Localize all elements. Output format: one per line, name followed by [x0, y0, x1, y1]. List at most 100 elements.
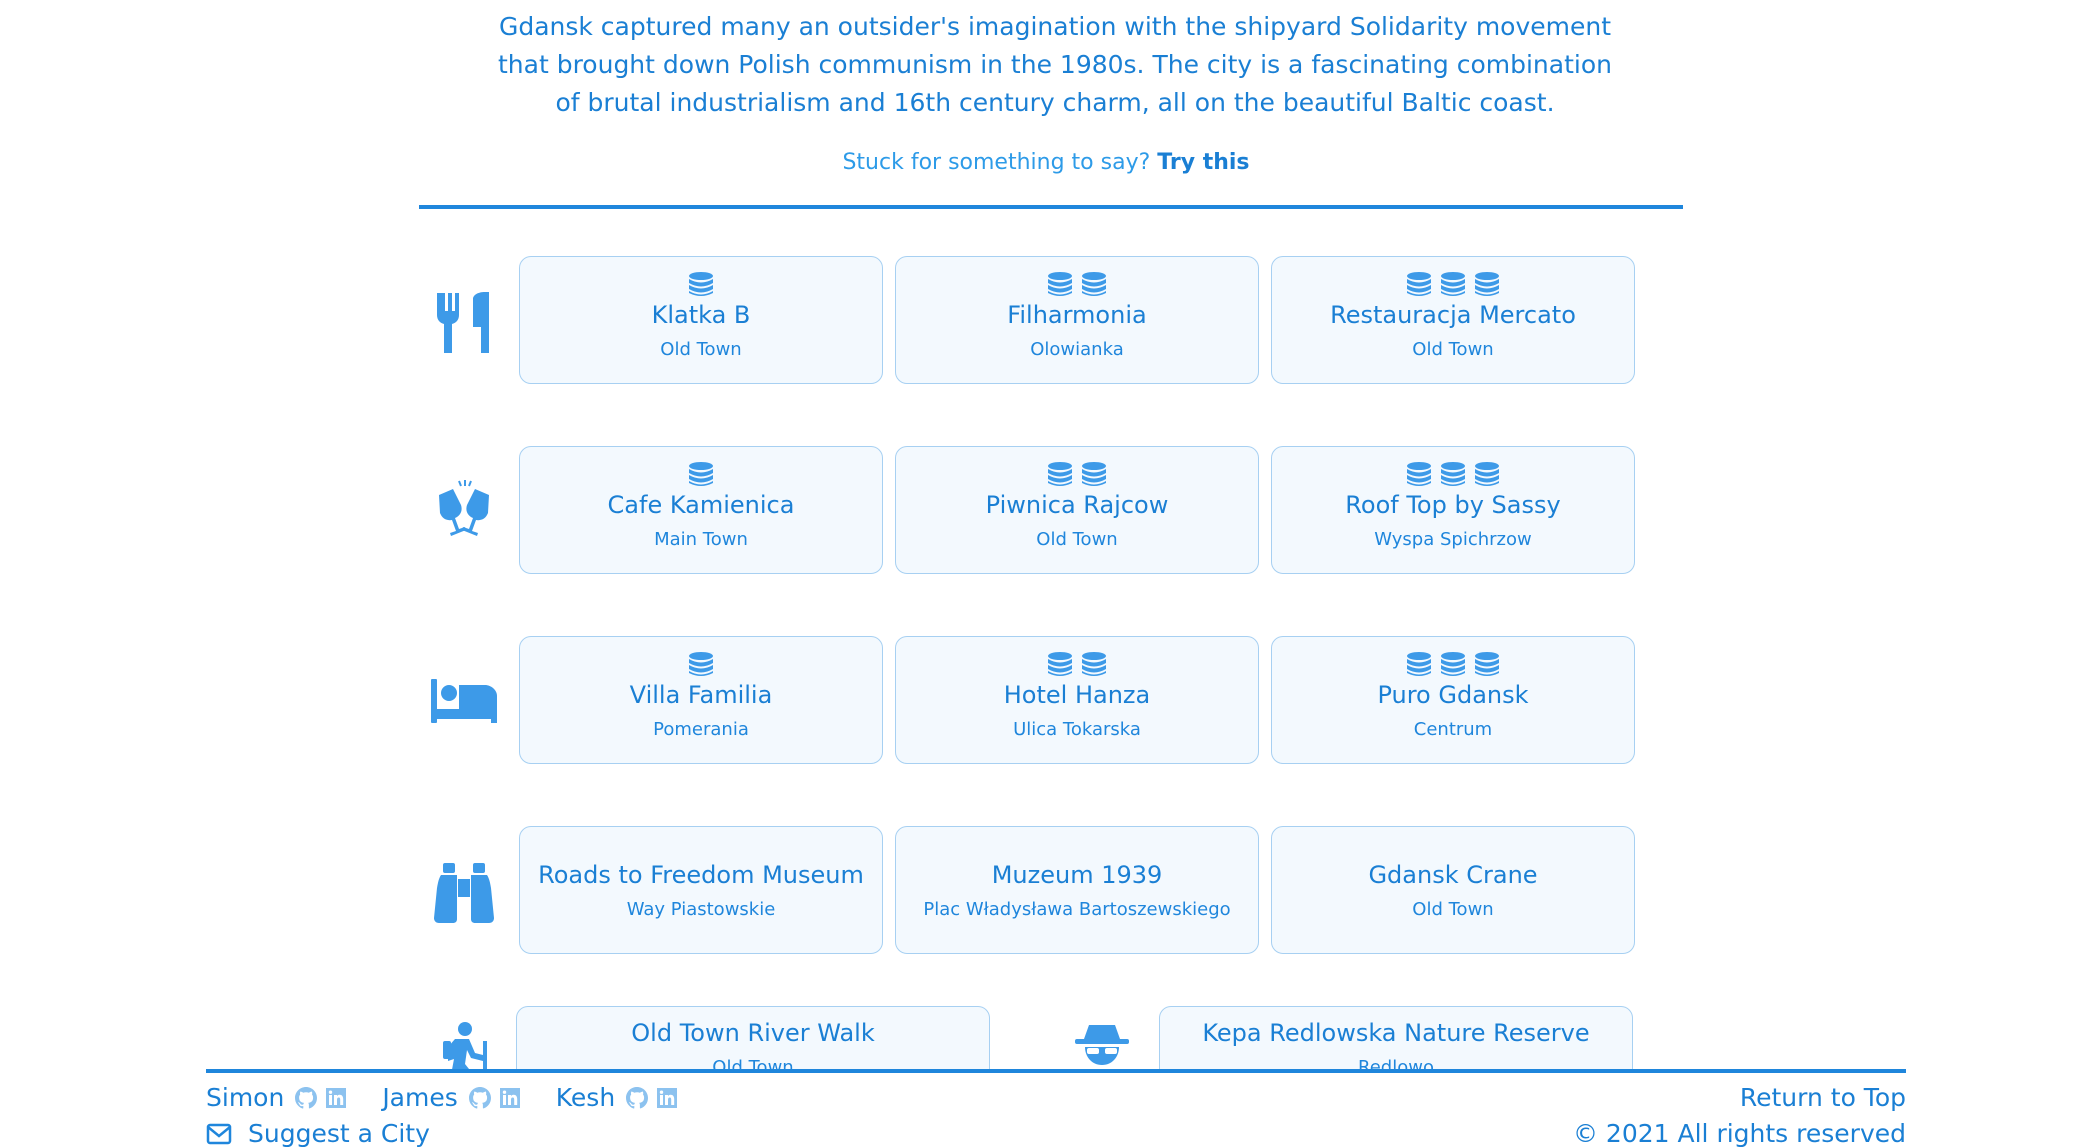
price-coins	[520, 651, 882, 677]
place-name: Hotel Hanza	[1003, 681, 1151, 709]
price-coins	[520, 461, 882, 487]
place-name: Roof Top by Sassy	[1345, 491, 1561, 519]
coin-icon	[1439, 461, 1467, 487]
developer-name: Simon	[206, 1083, 285, 1112]
site-footer: Simon James Kesh Suggest a City Return t…	[0, 1069, 2092, 1148]
place-area: Centrum	[1413, 719, 1493, 740]
developer-name: Kesh	[555, 1083, 616, 1112]
place-area: Olowianka	[1030, 339, 1124, 360]
bed-icon	[428, 666, 500, 738]
place-card[interactable]: Gdansk Crane Old Town	[1271, 826, 1635, 954]
github-icon[interactable]	[625, 1086, 649, 1110]
hiking-icon	[428, 1020, 500, 1070]
place-name: Old Town River Walk	[631, 1019, 875, 1047]
coin-icon	[1080, 461, 1108, 487]
place-area: Old Town	[1036, 529, 1118, 550]
github-icon[interactable]	[468, 1086, 492, 1110]
place-area: Ulica Tokarska	[1013, 719, 1141, 740]
price-coins	[896, 461, 1258, 487]
github-icon[interactable]	[294, 1086, 318, 1110]
coin-icon	[1405, 651, 1433, 677]
place-area: Old Town	[660, 339, 742, 360]
place-card[interactable]: Old Town River Walk Old Town	[516, 1006, 990, 1070]
user-secret-icon	[1066, 1020, 1138, 1070]
place-card[interactable]: Piwnica Rajcow Old Town	[895, 446, 1259, 574]
place-card[interactable]: Roads to Freedom Museum Way Piastowskie	[519, 826, 883, 954]
intro-line-2: that brought down Polish communism in th…	[497, 50, 1612, 79]
place-card[interactable]: Filharmonia Olowianka	[895, 256, 1259, 384]
suggest-city-link[interactable]: Suggest a City	[206, 1119, 430, 1148]
coin-icon	[1046, 651, 1074, 677]
coin-icon	[687, 651, 715, 677]
developer-links: Simon James Kesh	[206, 1083, 679, 1112]
linkedin-icon[interactable]	[655, 1086, 679, 1110]
coin-icon	[1080, 651, 1108, 677]
coin-icon	[1439, 271, 1467, 297]
price-coins	[1272, 461, 1634, 487]
place-name: Piwnica Rajcow	[985, 491, 1169, 519]
price-coins	[520, 271, 882, 297]
place-name: Cafe Kamienica	[607, 491, 795, 519]
coin-icon	[1473, 271, 1501, 297]
place-name: Puro Gdansk	[1377, 681, 1529, 709]
place-area: Plac Władysława Bartoszewskiego	[923, 899, 1231, 920]
place-area: Way Piastowskie	[626, 899, 776, 920]
section-divider	[419, 205, 1683, 209]
place-area: Main Town	[654, 529, 748, 550]
utensils-icon	[428, 286, 500, 358]
coin-icon	[1473, 651, 1501, 677]
envelope-icon	[206, 1123, 232, 1144]
binoculars-icon	[428, 856, 500, 928]
food-row: Klatka B Old Town Filharmonia Olowianka …	[0, 256, 2092, 384]
stuck-prompt: Stuck for something to say? Try this	[0, 150, 2092, 175]
linkedin-icon[interactable]	[324, 1086, 348, 1110]
price-coins	[896, 651, 1258, 677]
stay-row: Villa Familia Pomerania Hotel Hanza Ulic…	[0, 636, 2092, 764]
coin-icon	[1080, 271, 1108, 297]
coin-icon	[1405, 271, 1433, 297]
place-card[interactable]: Restauracja Mercato Old Town	[1271, 256, 1635, 384]
copyright-text: © 2021 All rights reserved	[1572, 1119, 1906, 1148]
place-name: Klatka B	[651, 301, 751, 329]
coin-icon	[1439, 651, 1467, 677]
place-card[interactable]: Puro Gdansk Centrum	[1271, 636, 1635, 764]
place-card[interactable]: Kepa Redlowska Nature Reserve Redlowo	[1159, 1006, 1633, 1070]
place-card[interactable]: Villa Familia Pomerania	[519, 636, 883, 764]
linkedin-icon[interactable]	[498, 1086, 522, 1110]
developer-simon: Simon	[206, 1083, 348, 1112]
place-card[interactable]: Hotel Hanza Ulica Tokarska	[895, 636, 1259, 764]
return-to-top-link[interactable]: Return to Top	[1740, 1083, 1906, 1112]
coin-icon	[1405, 461, 1433, 487]
intro-line-3: of brutal industrialism and 16th century…	[555, 88, 1555, 117]
coin-icon	[687, 461, 715, 487]
place-card[interactable]: Cafe Kamienica Main Town	[519, 446, 883, 574]
place-card[interactable]: Muzeum 1939 Plac Władysława Bartoszewski…	[895, 826, 1259, 954]
coin-icon	[1046, 461, 1074, 487]
developer-kesh: Kesh	[556, 1083, 679, 1112]
price-coins	[1272, 271, 1634, 297]
place-area: Old Town	[1412, 899, 1494, 920]
place-name: Gdansk Crane	[1368, 861, 1538, 889]
suggest-city-label: Suggest a City	[248, 1119, 430, 1148]
city-intro: Gdansk captured many an outsider's imagi…	[440, 8, 1670, 122]
place-card[interactable]: Klatka B Old Town	[519, 256, 883, 384]
place-area: Wyspa Spichrzow	[1374, 529, 1532, 550]
footer-divider	[206, 1069, 1906, 1073]
place-name: Roads to Freedom Museum	[538, 861, 864, 889]
try-this-link[interactable]: Try this	[1157, 150, 1249, 175]
price-coins	[896, 271, 1258, 297]
price-coins	[1272, 651, 1634, 677]
sights-row: Roads to Freedom Museum Way Piastowskie …	[0, 826, 2092, 954]
place-name: Kepa Redlowska Nature Reserve	[1202, 1019, 1590, 1047]
coin-icon	[1046, 271, 1074, 297]
coin-icon	[687, 271, 715, 297]
place-card[interactable]: Roof Top by Sassy Wyspa Spichrzow	[1271, 446, 1635, 574]
developer-james: James	[382, 1083, 521, 1112]
place-name: Villa Familia	[629, 681, 773, 709]
glasses-cheers-icon	[428, 476, 500, 548]
stuck-text: Stuck for something to say?	[842, 150, 1151, 175]
place-name: Muzeum 1939	[991, 861, 1163, 889]
activities-row: Old Town River Walk Old Town Kepa Redlow…	[0, 1000, 2092, 1070]
place-name: Restauracja Mercato	[1330, 301, 1576, 329]
developer-name: James	[382, 1083, 458, 1112]
